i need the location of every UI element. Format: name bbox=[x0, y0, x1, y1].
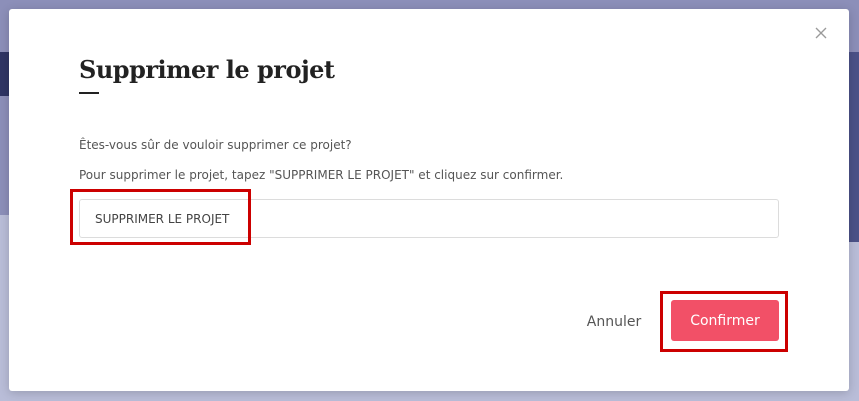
confirmation-instruction: Pour supprimer le projet, tapez "SUPPRIM… bbox=[79, 168, 564, 182]
delete-project-modal: Supprimer le projet Êtes-vous sûr de vou… bbox=[9, 9, 849, 391]
confirm-button[interactable]: Confirmer bbox=[671, 300, 779, 341]
close-icon bbox=[815, 27, 827, 39]
background-image-strip bbox=[849, 52, 859, 242]
modal-title: Supprimer le projet bbox=[79, 55, 335, 84]
confirmation-question: Êtes-vous sûr de vouloir supprimer ce pr… bbox=[79, 138, 352, 152]
cancel-button[interactable]: Annuler bbox=[575, 308, 653, 336]
close-button[interactable] bbox=[813, 25, 829, 41]
confirmation-input[interactable] bbox=[79, 199, 779, 238]
title-underline bbox=[79, 92, 99, 94]
